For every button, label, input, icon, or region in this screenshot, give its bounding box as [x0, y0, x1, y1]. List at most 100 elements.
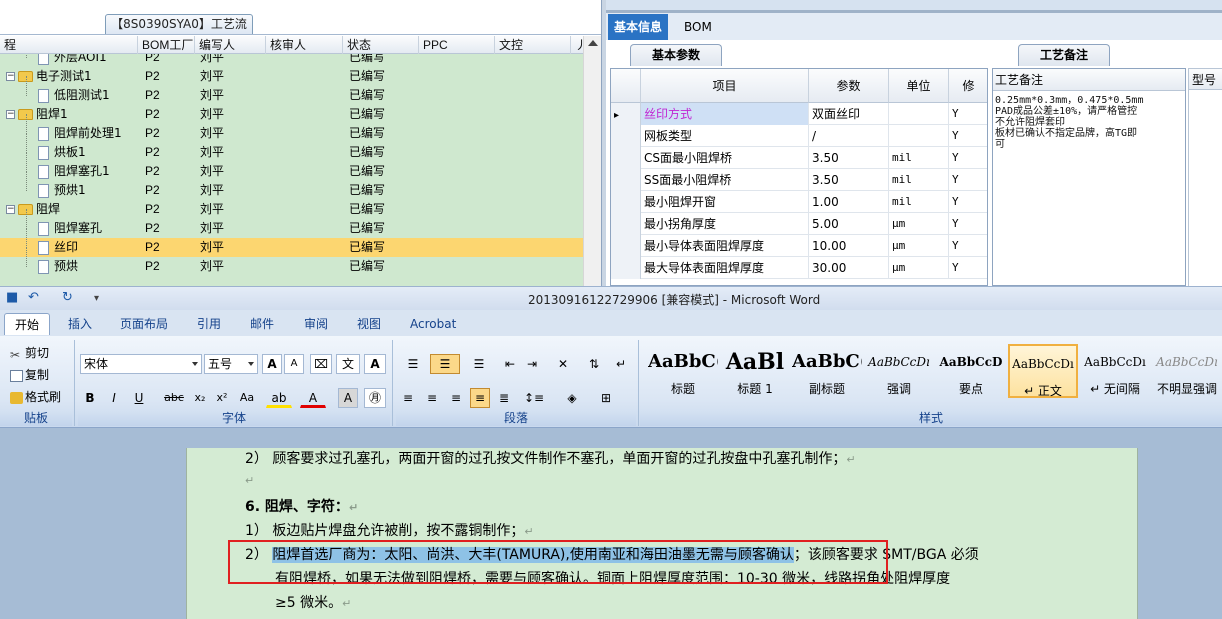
header-item[interactable]: 项目 — [641, 69, 809, 103]
bold-icon[interactable]: B — [80, 388, 100, 408]
cell-item[interactable]: 最小拐角厚度 — [641, 213, 809, 235]
tree-row[interactable]: 烘板1 P2 刘平 已编写 — [0, 133, 583, 162]
cell-modify[interactable]: Y — [949, 147, 987, 169]
row-indicator[interactable] — [611, 147, 641, 169]
style-tile[interactable]: AaBbCcDı 强调 — [864, 344, 934, 398]
clear-format-icon[interactable]: ⌧ — [310, 354, 332, 374]
tree-row[interactable]: 预烘 P2 刘平 已编写 — [0, 247, 583, 276]
cell-unit[interactable]: mil — [889, 147, 949, 169]
increase-indent-icon[interactable]: ⇥ — [522, 354, 542, 374]
tree-node[interactable]: − 电子测试1 — [6, 67, 92, 86]
cell-modify[interactable]: Y — [949, 103, 987, 125]
cell-item[interactable]: 最小导体表面阻焊厚度 — [641, 235, 809, 257]
col-bom-factory[interactable]: BOM工厂 — [138, 36, 195, 54]
cell-unit[interactable]: μm — [889, 235, 949, 257]
shading-icon[interactable]: ◈ — [556, 388, 588, 408]
tree-row[interactable]: 预烘1 P2 刘平 已编写 — [0, 171, 583, 200]
row-indicator[interactable]: ▸ — [611, 103, 641, 125]
col-status[interactable]: 状态 — [343, 36, 419, 54]
tree-node[interactable]: 阻焊塞孔 — [26, 209, 102, 238]
line-spacing-icon[interactable]: ↕≡ — [518, 388, 550, 408]
undo-icon[interactable]: ↶ — [28, 290, 39, 305]
underline-icon[interactable]: U — [128, 388, 150, 408]
style-tile[interactable]: AaBbCcDı 不明显强调 — [1152, 344, 1222, 398]
tree-title-tab[interactable]: 【8S0390SYA0】工艺流程 — [105, 14, 253, 50]
cell-param[interactable]: / — [809, 125, 889, 147]
multilevel-list-icon[interactable]: ☰ — [464, 354, 494, 374]
subtab-basic-params[interactable]: 基本参数 — [630, 44, 722, 66]
numbering-icon[interactable]: ☰ — [430, 354, 460, 374]
tree-node[interactable]: 外层AOI1 — [26, 54, 107, 67]
cell-modify[interactable]: Y — [949, 169, 987, 191]
highlight-icon[interactable]: ab — [266, 388, 292, 408]
char-shading-icon[interactable]: A — [338, 388, 358, 408]
distributed-icon[interactable]: ≣ — [494, 388, 514, 408]
cell-item[interactable]: 最小阻焊开窗 — [641, 191, 809, 213]
subscript-icon[interactable]: x₂ — [190, 388, 210, 408]
grow-font-icon[interactable]: A — [262, 354, 282, 374]
param-row[interactable]: 网板类型 / Y — [611, 125, 987, 147]
col-doc-control[interactable]: 文控 — [495, 36, 571, 54]
header-unit[interactable]: 单位 — [889, 69, 949, 103]
tab-bom[interactable]: BOM — [678, 14, 718, 40]
sort-icon[interactable]: ⇅ — [582, 354, 606, 374]
shrink-font-icon[interactable]: A — [284, 354, 304, 374]
show-marks-icon[interactable]: ↵ — [610, 354, 632, 374]
tab-page-layout[interactable]: 页面布局 — [110, 313, 178, 335]
italic-icon[interactable]: I — [104, 388, 124, 408]
collapse-icon[interactable]: − — [6, 72, 15, 81]
header-modify[interactable]: 修 — [949, 69, 987, 103]
cell-unit[interactable] — [889, 125, 949, 147]
style-tile[interactable]: AaBbCcDı ↵ 无间隔 — [1080, 344, 1150, 398]
tree-row[interactable]: − 电子测试1 P2 刘平 已编写 — [0, 67, 583, 86]
style-tile[interactable]: AaBbC(标题 — [648, 344, 718, 398]
char-border-icon[interactable]: A — [364, 354, 386, 374]
param-row[interactable]: 最小阻焊开窗 1.00 mil Y — [611, 191, 987, 213]
collapse-icon[interactable]: − — [6, 110, 15, 119]
row-indicator[interactable] — [611, 235, 641, 257]
param-row[interactable]: ▸ 丝印方式 双面丝印 Y — [611, 103, 987, 125]
cell-param[interactable]: 10.00 — [809, 235, 889, 257]
tree-row[interactable]: − 阻焊 P2 刘平 已编写 — [0, 200, 583, 219]
subtab-process-remark[interactable]: 工艺备注 — [1018, 44, 1110, 66]
tree-node[interactable]: 阻焊塞孔1 — [26, 152, 110, 181]
cell-modify[interactable]: Y — [949, 191, 987, 213]
style-tile[interactable]: AaBbCcD 要点 — [936, 344, 1006, 398]
tab-review[interactable]: 审阅 — [294, 313, 338, 335]
tree-row[interactable]: 丝印 P2 刘平 已编写 — [0, 228, 583, 257]
tree-row[interactable]: 外层AOI1 P2 刘平 已编写 — [0, 54, 583, 67]
font-family-select[interactable]: 宋体 — [80, 354, 202, 374]
strikethrough-icon[interactable]: abc — [160, 388, 188, 408]
tree-row[interactable]: 阻焊前处理1 P2 刘平 已编写 — [0, 114, 583, 143]
col-writer[interactable]: 编写人 — [195, 36, 266, 54]
cell-unit[interactable]: mil — [889, 191, 949, 213]
format-painter-button[interactable]: 格式刷 — [10, 388, 61, 405]
tree-node[interactable]: 预烘1 — [26, 171, 86, 200]
tab-insert[interactable]: 插入 — [58, 313, 102, 335]
tree-row[interactable]: 阻焊塞孔1 P2 刘平 已编写 — [0, 152, 583, 181]
style-tile[interactable]: AaBbCcDı ↵ 正文 — [1008, 344, 1078, 398]
tree-node[interactable]: − 阻焊 — [6, 200, 60, 219]
tree-node[interactable]: 烘板1 — [26, 133, 86, 162]
param-row[interactable]: 最大导体表面阻焊厚度 30.00 μm Y — [611, 257, 987, 279]
cell-param[interactable]: 3.50 — [809, 147, 889, 169]
cell-param[interactable]: 5.00 — [809, 213, 889, 235]
align-left-icon[interactable]: ≡ — [398, 388, 418, 408]
redo-icon[interactable]: ↻ — [62, 290, 73, 305]
chinese-layout-icon[interactable]: ✕ — [548, 354, 578, 374]
document-page[interactable]: 2） 顾客要求过孔塞孔，两面开窗的过孔按文件制作不塞孔，单面开窗的过孔按盘中孔塞… — [186, 448, 1138, 619]
scroll-up-icon[interactable] — [588, 40, 598, 46]
cell-param[interactable]: 30.00 — [809, 257, 889, 279]
font-size-select[interactable]: 五号 — [204, 354, 258, 374]
param-row[interactable]: SS面最小阻焊桥 3.50 mil Y — [611, 169, 987, 191]
align-right-icon[interactable]: ≡ — [446, 388, 466, 408]
tab-acrobat[interactable]: Acrobat — [400, 313, 466, 335]
cell-param[interactable]: 3.50 — [809, 169, 889, 191]
enclose-char-icon[interactable]: ㊊ — [364, 388, 386, 408]
tree-row[interactable]: 阻焊塞孔 P2 刘平 已编写 — [0, 209, 583, 238]
cell-item[interactable]: 网板类型 — [641, 125, 809, 147]
tab-mailings[interactable]: 邮件 — [240, 313, 284, 335]
row-indicator[interactable] — [611, 169, 641, 191]
customize-qat-icon[interactable]: ▾ — [94, 293, 99, 304]
cell-unit[interactable]: μm — [889, 257, 949, 279]
